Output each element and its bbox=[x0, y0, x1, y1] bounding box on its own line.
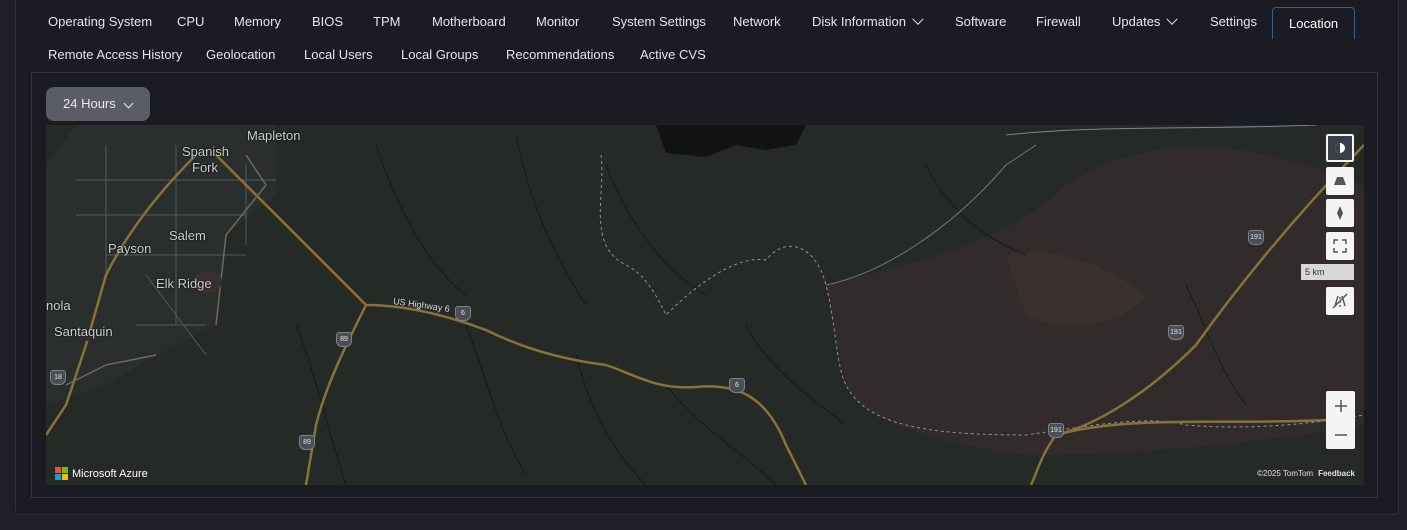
tab-local-groups[interactable]: Local Groups bbox=[401, 39, 478, 71]
tab-label: Firewall bbox=[1036, 14, 1081, 29]
tab-monitor[interactable]: Monitor bbox=[536, 6, 579, 38]
tab-label: Remote Access History bbox=[48, 47, 183, 62]
chevron-down-icon bbox=[123, 98, 134, 109]
tab-updates[interactable]: Updates bbox=[1112, 6, 1179, 38]
fullscreen-icon bbox=[1333, 239, 1347, 253]
highway-shield: 191 bbox=[1248, 230, 1264, 245]
map-scale: 5 km bbox=[1301, 264, 1354, 280]
tab-label: Updates bbox=[1112, 14, 1161, 29]
highway-shield: 6 bbox=[729, 378, 745, 393]
tab-label: Local Groups bbox=[401, 47, 479, 62]
tab-label: Network bbox=[733, 14, 781, 29]
place-label: Fork bbox=[192, 160, 218, 175]
tab-label: Monitor bbox=[536, 14, 580, 29]
tab-disk-information[interactable]: Disk Information bbox=[812, 6, 924, 38]
tab-operating-system[interactable]: Operating System bbox=[48, 6, 152, 38]
tab-label: Local Users bbox=[304, 47, 373, 62]
tab-label: Active CVS bbox=[640, 47, 706, 62]
time-range-value: 24 Hours bbox=[63, 96, 116, 111]
plus-icon bbox=[1334, 399, 1347, 412]
zoom-control bbox=[1326, 391, 1355, 449]
style-picker-button[interactable] bbox=[1326, 134, 1354, 162]
place-label: Salem bbox=[169, 228, 206, 243]
location-map[interactable]: Mapleton Spanish Fork Payson Salem Elk R… bbox=[46, 125, 1364, 485]
place-label: Spanish bbox=[182, 144, 229, 159]
map-attribution: ©2025 TomTom Feedback bbox=[1257, 469, 1355, 478]
tab-tpm[interactable]: TPM bbox=[373, 6, 400, 38]
tab-label: Recommendations bbox=[506, 47, 615, 62]
compass-button[interactable] bbox=[1326, 199, 1354, 227]
tab-label: Location bbox=[1289, 16, 1339, 31]
pitch-icon bbox=[1334, 177, 1346, 185]
highway-shield: 6 bbox=[455, 306, 471, 321]
map-canvas bbox=[46, 125, 1364, 485]
highway-shield: 18 bbox=[50, 370, 66, 385]
tab-firewall[interactable]: Firewall bbox=[1036, 6, 1081, 38]
tab-label: Motherboard bbox=[432, 14, 506, 29]
time-range-select[interactable]: 24 Hours bbox=[46, 87, 150, 121]
tab-system-settings[interactable]: System Settings bbox=[612, 6, 706, 38]
highway-shield: 89 bbox=[299, 435, 315, 450]
tab-label: Memory bbox=[234, 14, 281, 29]
tab-label: BIOS bbox=[312, 14, 344, 29]
tab-software[interactable]: Software bbox=[955, 6, 1006, 38]
traffic-icon bbox=[1332, 293, 1348, 309]
microsoft-logo-icon bbox=[55, 467, 68, 480]
tab-geolocation[interactable]: Geolocation bbox=[206, 39, 275, 71]
tab-label: Settings bbox=[1210, 14, 1257, 29]
tab-label: Disk Information bbox=[812, 14, 906, 29]
tab-local-users[interactable]: Local Users bbox=[304, 39, 373, 71]
tab-motherboard[interactable]: Motherboard bbox=[432, 6, 506, 38]
tab-label: CPU bbox=[177, 14, 205, 29]
place-label: Mapleton bbox=[247, 128, 301, 143]
tab-recommendations[interactable]: Recommendations bbox=[506, 39, 614, 71]
tab-label: TPM bbox=[373, 14, 401, 29]
tab-bios[interactable]: BIOS bbox=[312, 6, 343, 38]
tab-settings[interactable]: Settings bbox=[1210, 6, 1257, 38]
tab-label: Operating System bbox=[48, 14, 153, 29]
zoom-out-button[interactable] bbox=[1326, 420, 1355, 449]
tab-active-cvs[interactable]: Active CVS bbox=[640, 39, 706, 71]
tab-label: System Settings bbox=[612, 14, 706, 29]
tab-network[interactable]: Network bbox=[733, 6, 781, 38]
fullscreen-button[interactable] bbox=[1326, 232, 1354, 260]
traffic-button[interactable] bbox=[1326, 287, 1354, 315]
place-label: nola bbox=[46, 298, 71, 313]
brand-label: Microsoft Azure bbox=[72, 467, 148, 480]
copyright-text: ©2025 TomTom bbox=[1257, 469, 1314, 478]
chevron-down-icon bbox=[912, 13, 924, 25]
tab-label: Software bbox=[955, 14, 1007, 29]
zoom-in-button[interactable] bbox=[1326, 391, 1355, 420]
place-label: Santaquin bbox=[54, 324, 113, 339]
pitch-button[interactable] bbox=[1326, 167, 1354, 195]
minus-icon bbox=[1334, 433, 1347, 436]
tab-memory[interactable]: Memory bbox=[234, 6, 281, 38]
highway-shield: 191 bbox=[1048, 423, 1064, 438]
highway-shield: 89 bbox=[336, 332, 352, 347]
feedback-link[interactable]: Feedback bbox=[1318, 469, 1355, 478]
scale-label: 5 km bbox=[1305, 267, 1325, 277]
compass-icon bbox=[1337, 206, 1343, 220]
tab-location[interactable]: Location bbox=[1272, 7, 1356, 39]
place-label: Elk Ridge bbox=[156, 276, 212, 291]
tab-remote-access-history[interactable]: Remote Access History bbox=[48, 39, 182, 71]
tab-label: Geolocation bbox=[206, 47, 276, 62]
place-label: Payson bbox=[108, 241, 152, 256]
style-picker-icon bbox=[1335, 143, 1345, 153]
chevron-down-icon bbox=[1166, 13, 1179, 25]
map-brand: Microsoft Azure bbox=[55, 467, 148, 480]
tab-cpu[interactable]: CPU bbox=[177, 6, 204, 38]
highway-shield: 191 bbox=[1168, 325, 1184, 340]
